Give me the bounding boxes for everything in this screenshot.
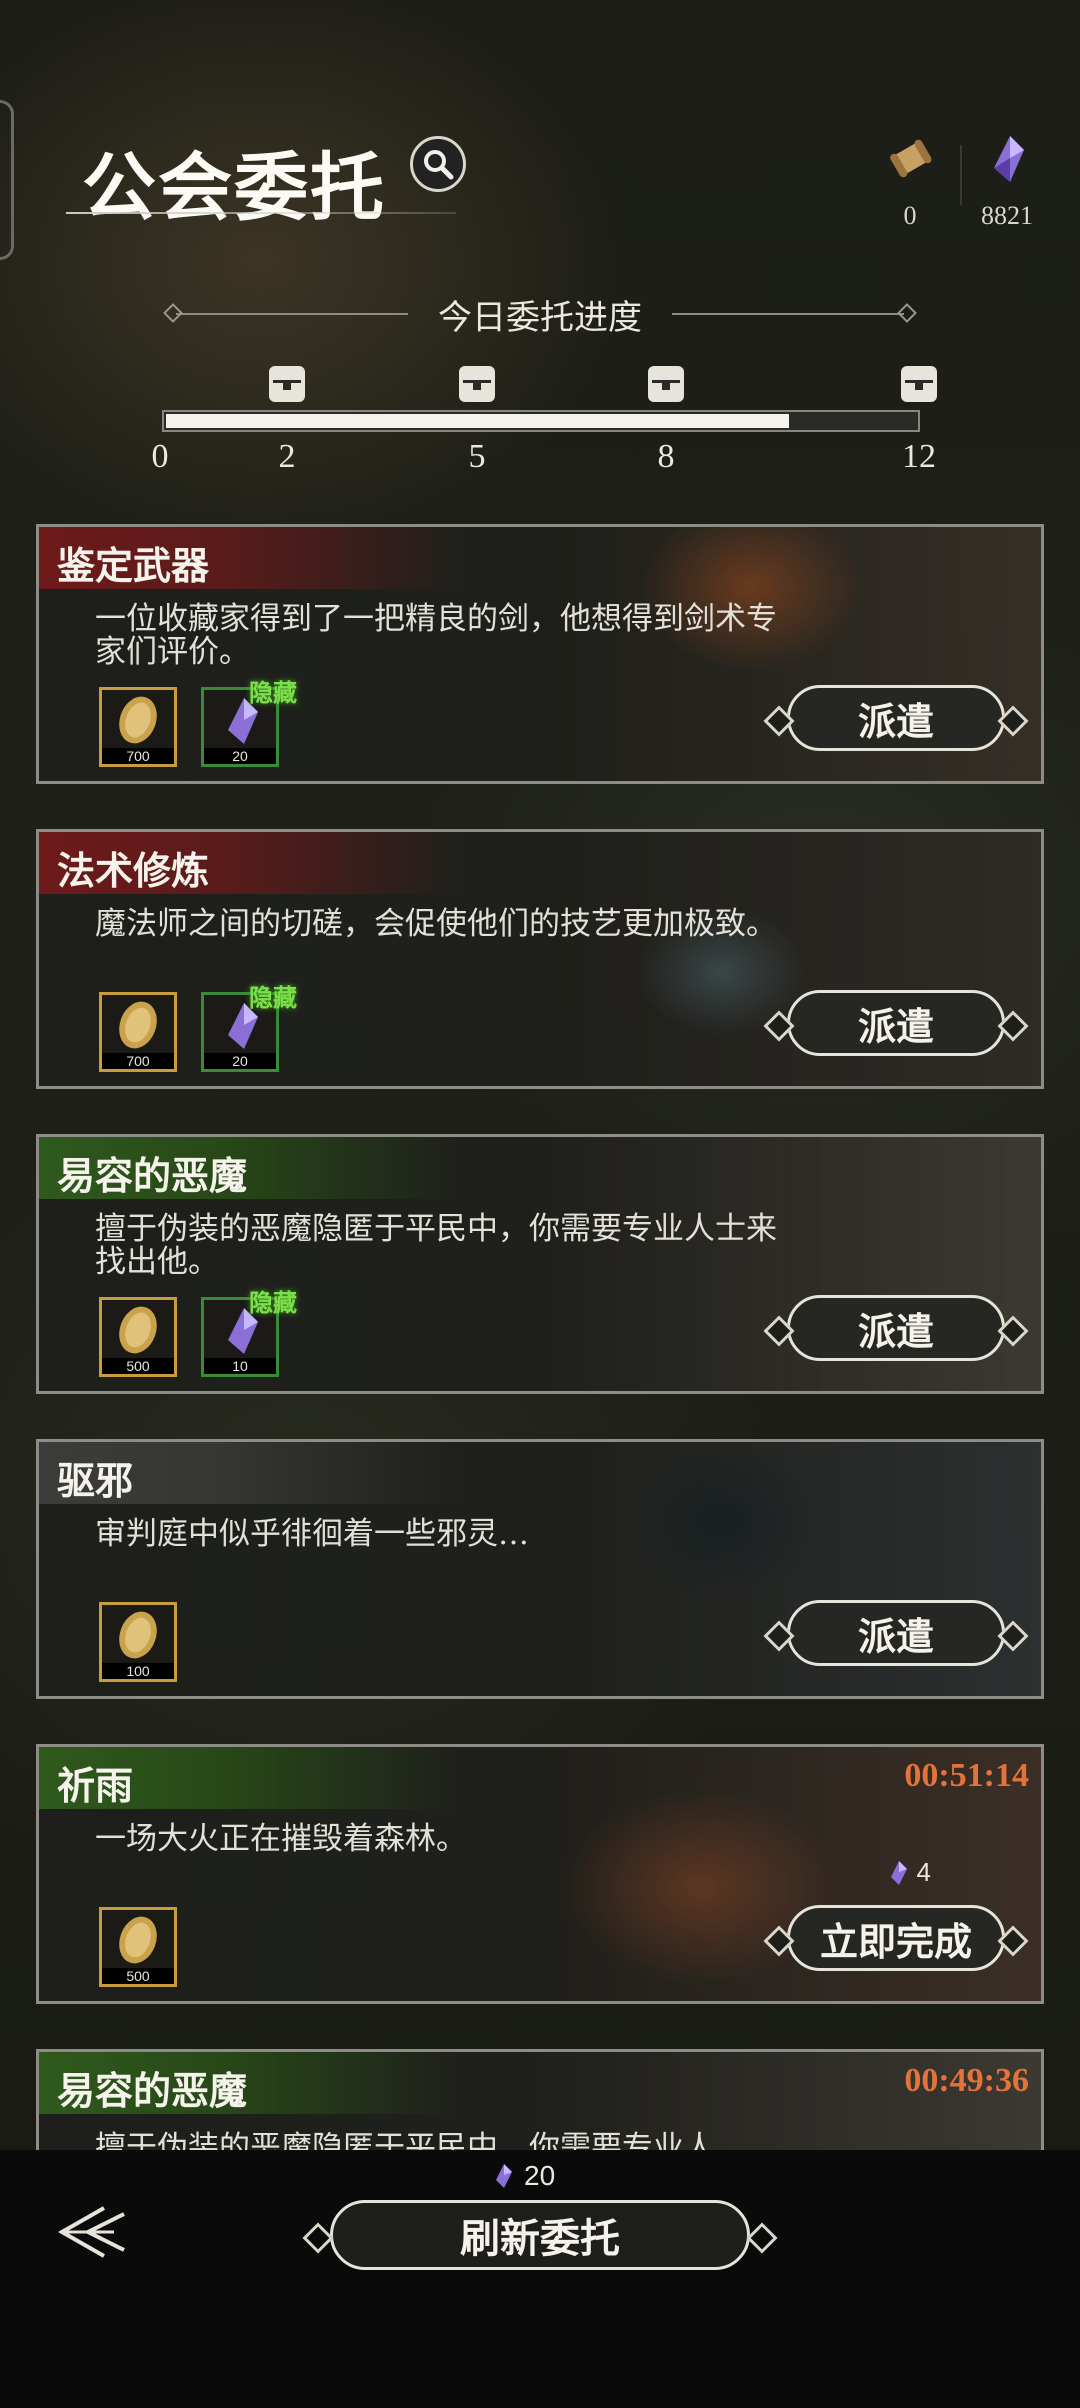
quest-card[interactable]: 鉴定武器 一位收藏家得到了一把精良的剑，他想得到剑术专家们评价。 700 20 … bbox=[36, 524, 1044, 784]
chest-icon[interactable] bbox=[901, 366, 937, 402]
crystal-icon bbox=[890, 1860, 907, 1885]
hidden-tag: 隐藏 bbox=[249, 678, 297, 707]
quest-card[interactable]: 易容的恶魔 擅于伪装的恶魔隐匿于平民中，你需要专业人士来找出他。 500 10 … bbox=[36, 1134, 1044, 1394]
reward-gold[interactable]: 700 bbox=[99, 992, 177, 1072]
hidden-tag: 隐藏 bbox=[249, 1288, 297, 1317]
page-title: 公会委托 bbox=[82, 145, 386, 231]
progress-tick: 2 bbox=[278, 438, 296, 475]
instant-cost-value: 4 bbox=[916, 1857, 931, 1887]
reward-amount: 700 bbox=[102, 748, 174, 764]
quest-description: 擅于伪装的恶魔隐匿于平民中，你需要专业人 bbox=[95, 2130, 715, 2151]
gold-coin-icon bbox=[119, 1916, 157, 1964]
progress-tick: 12 bbox=[902, 438, 936, 475]
reward-gold[interactable]: 100 bbox=[99, 1602, 177, 1682]
quest-name: 祈雨 bbox=[57, 1763, 134, 1808]
quest-description: 一位收藏家得到了一把精良的剑，他想得到剑术专家们评价。 bbox=[95, 601, 777, 670]
hidden-tag: 隐藏 bbox=[249, 983, 297, 1012]
side-tab[interactable] bbox=[0, 100, 14, 260]
refresh-cost-value: 20 bbox=[524, 2160, 556, 2191]
dispatch-button[interactable]: 派遣 bbox=[787, 990, 1005, 1056]
progress-line-right bbox=[672, 313, 904, 315]
reward-amount: 20 bbox=[204, 1053, 276, 1069]
progress-tick: 5 bbox=[468, 438, 486, 475]
progress-tick: 0 bbox=[151, 438, 169, 475]
reward-amount: 10 bbox=[204, 1358, 276, 1374]
reward-amount: 20 bbox=[204, 748, 276, 764]
scroll-icon bbox=[890, 139, 932, 178]
scroll-currency[interactable]: 0 bbox=[855, 132, 965, 231]
quest-description: 擅于伪装的恶魔隐匿于平民中，你需要专业人士来找出他。 bbox=[95, 1211, 777, 1280]
dispatch-button[interactable]: 派遣 bbox=[787, 685, 1005, 751]
chest-icon[interactable] bbox=[648, 366, 684, 402]
quest-name: 驱邪 bbox=[57, 1458, 134, 1503]
progress-fill bbox=[166, 414, 789, 428]
title-area: 公会委托 bbox=[60, 120, 460, 231]
search-button[interactable] bbox=[410, 136, 466, 192]
quest-card[interactable]: 祈雨 00:51:14 一场大火正在摧毁着森林。 500 4 立即完成 bbox=[36, 1744, 1044, 2004]
gold-coin-icon bbox=[119, 696, 157, 744]
reward-amount: 100 bbox=[102, 1663, 174, 1679]
progress-title: 今日委托进度 bbox=[438, 298, 642, 338]
quest-description: 审判庭中似乎徘徊着一些邪灵… bbox=[95, 1516, 529, 1552]
reward-amount: 700 bbox=[102, 1053, 174, 1069]
gold-coin-icon bbox=[119, 1001, 157, 1049]
quest-description: 魔法师之间的切磋，会促使他们的技艺更加极致。 bbox=[95, 906, 777, 942]
refresh-cost: 20 bbox=[488, 2160, 555, 2192]
complete-now-button[interactable]: 立即完成 bbox=[787, 1905, 1005, 1971]
gold-coin-icon bbox=[119, 1611, 157, 1659]
chest-icon[interactable] bbox=[459, 366, 495, 402]
quest-timer: 00:51:14 bbox=[904, 1757, 1029, 1794]
dispatch-button[interactable]: 派遣 bbox=[787, 1295, 1005, 1361]
reward-amount: 500 bbox=[102, 1358, 174, 1374]
gold-coin-icon bbox=[119, 1306, 157, 1354]
scroll-count: 0 bbox=[903, 201, 917, 230]
quest-name: 易容的恶魔 bbox=[57, 2068, 248, 2113]
instant-cost: 4 bbox=[883, 1857, 931, 1888]
quest-card[interactable]: 驱邪 审判庭中似乎徘徊着一些邪灵… 100 派遣 bbox=[36, 1439, 1044, 1699]
refresh-button[interactable]: 刷新委托 bbox=[330, 2200, 750, 2270]
progress-tick: 8 bbox=[657, 438, 675, 475]
chest-icon[interactable] bbox=[269, 366, 305, 402]
crystal-count: 8821 bbox=[981, 201, 1033, 230]
quest-card[interactable]: 法术修炼 魔法师之间的切磋，会促使他们的技艺更加极致。 700 20 隐藏 派遣 bbox=[36, 829, 1044, 1089]
reward-gold[interactable]: 500 bbox=[99, 1297, 177, 1377]
crystal-icon bbox=[994, 136, 1024, 182]
search-icon bbox=[424, 150, 454, 180]
quest-timer: 00:49:36 bbox=[904, 2062, 1029, 2099]
quest-name: 易容的恶魔 bbox=[57, 1153, 248, 1198]
reward-gold[interactable]: 700 bbox=[99, 687, 177, 767]
reward-amount: 500 bbox=[102, 1968, 174, 1984]
dispatch-button[interactable]: 派遣 bbox=[787, 1600, 1005, 1666]
progress-bar bbox=[162, 410, 920, 432]
back-arrow-icon bbox=[57, 2206, 125, 2258]
quest-card[interactable]: 易容的恶魔 00:49:36 擅于伪装的恶魔隐匿于平民中，你需要专业人 bbox=[36, 2049, 1044, 2150]
reward-gold[interactable]: 500 bbox=[99, 1907, 177, 1987]
back-button[interactable] bbox=[54, 2202, 134, 2262]
crystal-currency[interactable]: 8821 bbox=[952, 132, 1062, 231]
quest-name: 法术修炼 bbox=[57, 848, 210, 893]
title-underline bbox=[66, 212, 456, 214]
quest-name: 鉴定武器 bbox=[57, 543, 210, 588]
crystal-icon bbox=[496, 2164, 512, 2188]
quest-description: 一场大火正在摧毁着森林。 bbox=[95, 1821, 467, 1857]
